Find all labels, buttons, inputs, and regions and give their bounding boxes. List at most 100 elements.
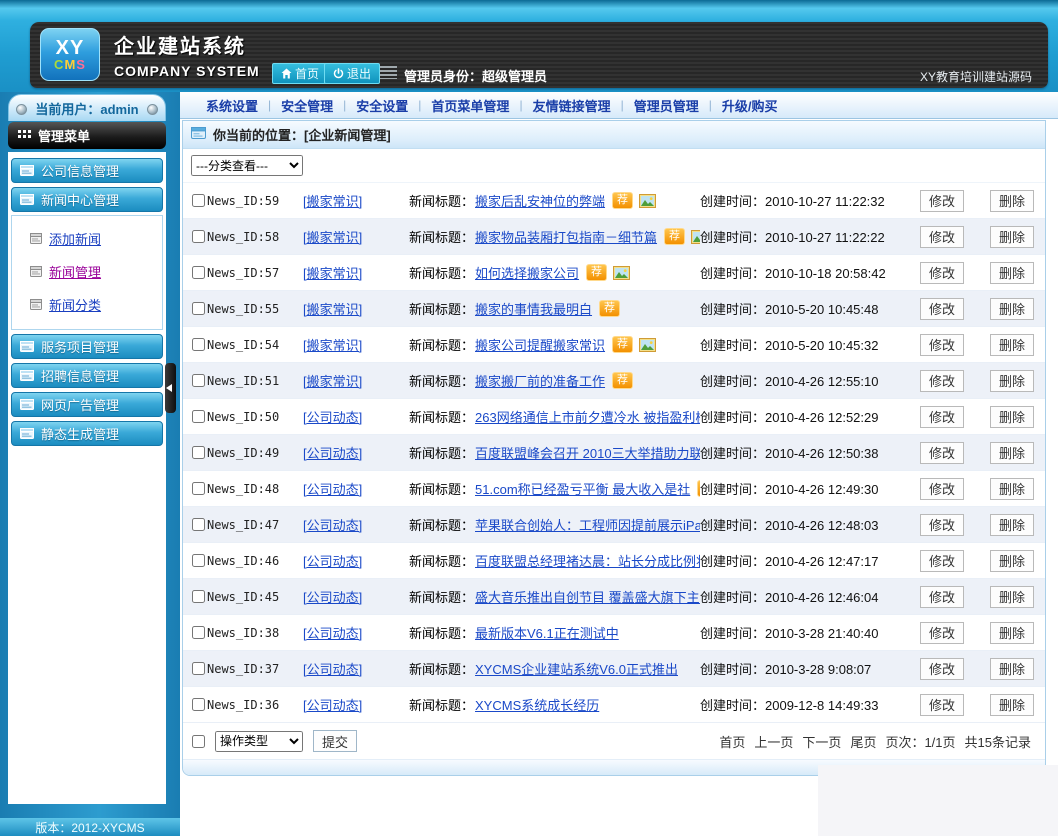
news-title-link[interactable]: 苹果联合创始人：工程师因提前展示iPad <box>475 515 700 534</box>
delete-button[interactable]: 删除 <box>990 622 1034 644</box>
edit-button[interactable]: 修改 <box>920 442 964 464</box>
sidebar-link[interactable]: 添加新闻 <box>49 229 101 248</box>
delete-button[interactable]: 删除 <box>990 442 1034 464</box>
sidebar-group-1[interactable]: 公司信息管理 <box>11 158 163 183</box>
news-title-link[interactable]: 搬家公司提醒搬家常识 <box>475 335 605 354</box>
delete-button[interactable]: 删除 <box>990 478 1034 500</box>
submit-button[interactable]: 提交 <box>313 730 357 752</box>
category-link[interactable]: [搬家常识] <box>303 338 362 353</box>
category-link[interactable]: [公司动态] <box>303 410 362 425</box>
category-link[interactable]: [公司动态] <box>303 446 362 461</box>
pager-link-2[interactable]: 上一页 <box>754 732 793 751</box>
news-title-link[interactable]: 51.com称已经盈亏平衡 最大收入是社 <box>475 479 690 498</box>
sidebar-group-3[interactable]: 服务项目管理 <box>11 334 163 359</box>
news-title-link[interactable]: 搬家搬厂前的准备工作 <box>475 371 605 390</box>
news-title-link[interactable]: 搬家后乱安神位的弊端 <box>475 191 605 210</box>
edit-button[interactable]: 修改 <box>920 658 964 680</box>
row-checkbox[interactable] <box>192 554 205 567</box>
topnav-item-2[interactable]: 安全管理 <box>271 96 343 115</box>
delete-button[interactable]: 删除 <box>990 334 1034 356</box>
row-checkbox[interactable] <box>192 626 205 639</box>
delete-button[interactable]: 删除 <box>990 370 1034 392</box>
edit-button[interactable]: 修改 <box>920 406 964 428</box>
row-checkbox[interactable] <box>192 518 205 531</box>
news-title-link[interactable]: XYCMS企业建站系统V6.0正式推出 <box>475 659 678 678</box>
row-checkbox[interactable] <box>192 194 205 207</box>
category-link[interactable]: [搬家常识] <box>303 266 362 281</box>
row-checkbox[interactable] <box>192 662 205 675</box>
edit-button[interactable]: 修改 <box>920 586 964 608</box>
pager-link-1[interactable]: 首页 <box>719 732 745 751</box>
category-link[interactable]: [公司动态] <box>303 554 362 569</box>
home-button[interactable]: 首页 <box>272 63 328 84</box>
sidebar-link[interactable]: 新闻分类 <box>49 295 101 314</box>
category-link[interactable]: [公司动态] <box>303 662 362 677</box>
news-title-link[interactable]: 如何选择搬家公司 <box>475 263 579 282</box>
delete-button[interactable]: 删除 <box>990 226 1034 248</box>
row-checkbox[interactable] <box>192 374 205 387</box>
edit-button[interactable]: 修改 <box>920 226 964 248</box>
category-select[interactable]: ---分类查看--- <box>191 155 303 176</box>
topnav-item-1[interactable]: 系统设置 <box>196 96 268 115</box>
topnav-item-6[interactable]: 管理员管理 <box>624 96 709 115</box>
news-title-link[interactable]: XYCMS系统成长经历 <box>475 695 599 714</box>
category-link[interactable]: [公司动态] <box>303 482 362 497</box>
topnav-item-7[interactable]: 升级/购买 <box>712 96 788 115</box>
news-title-link[interactable]: 搬家的事情我最明白 <box>475 299 592 318</box>
row-checkbox[interactable] <box>192 698 205 711</box>
delete-button[interactable]: 删除 <box>990 298 1034 320</box>
row-checkbox[interactable] <box>192 446 205 459</box>
delete-button[interactable]: 删除 <box>990 406 1034 428</box>
row-checkbox[interactable] <box>192 230 205 243</box>
edit-button[interactable]: 修改 <box>920 694 964 716</box>
category-link[interactable]: [搬家常识] <box>303 194 362 209</box>
sidebar-group-2[interactable]: 新闻中心管理 <box>11 187 163 212</box>
news-title-link[interactable]: 最新版本V6.1正在测试中 <box>475 623 619 642</box>
delete-button[interactable]: 删除 <box>990 514 1034 536</box>
news-title-link[interactable]: 盛大音乐推出自创节目 覆盖盛大旗下主要媒 <box>475 587 700 606</box>
edit-button[interactable]: 修改 <box>920 370 964 392</box>
sidebar-group-4[interactable]: 招聘信息管理 <box>11 363 163 388</box>
topnav-item-4[interactable]: 首页菜单管理 <box>421 96 519 115</box>
select-all-checkbox[interactable] <box>192 735 205 748</box>
edit-button[interactable]: 修改 <box>920 190 964 212</box>
delete-button[interactable]: 删除 <box>990 190 1034 212</box>
row-checkbox[interactable] <box>192 410 205 423</box>
action-type-select[interactable]: 操作类型 <box>215 731 303 752</box>
sidebar-group-6[interactable]: 静态生成管理 <box>11 421 163 446</box>
topnav-item-3[interactable]: 安全设置 <box>346 96 418 115</box>
sidebar-group-5[interactable]: 网页广告管理 <box>11 392 163 417</box>
delete-button[interactable]: 删除 <box>990 586 1034 608</box>
edit-button[interactable]: 修改 <box>920 298 964 320</box>
category-link[interactable]: [公司动态] <box>303 626 362 641</box>
news-title-link[interactable]: 百度联盟峰会召开 2010三大举措助力联 <box>475 443 700 462</box>
pager-link-4[interactable]: 尾页 <box>850 732 876 751</box>
edit-button[interactable]: 修改 <box>920 550 964 572</box>
delete-button[interactable]: 删除 <box>990 262 1034 284</box>
edit-button[interactable]: 修改 <box>920 478 964 500</box>
edit-button[interactable]: 修改 <box>920 514 964 536</box>
topnav-item-5[interactable]: 友情链接管理 <box>523 96 621 115</box>
logout-button[interactable]: 退出 <box>324 63 380 84</box>
row-checkbox[interactable] <box>192 482 205 495</box>
category-link[interactable]: [公司动态] <box>303 518 362 533</box>
row-checkbox[interactable] <box>192 302 205 315</box>
pager-link-3[interactable]: 下一页 <box>802 732 841 751</box>
edit-button[interactable]: 修改 <box>920 262 964 284</box>
row-checkbox[interactable] <box>192 590 205 603</box>
row-checkbox[interactable] <box>192 338 205 351</box>
category-link[interactable]: [公司动态] <box>303 698 362 713</box>
category-link[interactable]: [搬家常识] <box>303 374 362 389</box>
category-link[interactable]: [搬家常识] <box>303 302 362 317</box>
sidebar-link[interactable]: 新闻管理 <box>49 262 101 281</box>
category-link[interactable]: [公司动态] <box>303 590 362 605</box>
news-title-link[interactable]: 263网络通信上市前夕遭冷水 被指盈利模 <box>475 407 700 426</box>
category-link[interactable]: [搬家常识] <box>303 230 362 245</box>
delete-button[interactable]: 删除 <box>990 694 1034 716</box>
edit-button[interactable]: 修改 <box>920 622 964 644</box>
edit-button[interactable]: 修改 <box>920 334 964 356</box>
sidebar-collapse-handle[interactable] <box>165 363 176 413</box>
delete-button[interactable]: 删除 <box>990 550 1034 572</box>
news-title-link[interactable]: 百度联盟总经理褚达晨：站长分成比例将提高 <box>475 551 700 570</box>
row-checkbox[interactable] <box>192 266 205 279</box>
